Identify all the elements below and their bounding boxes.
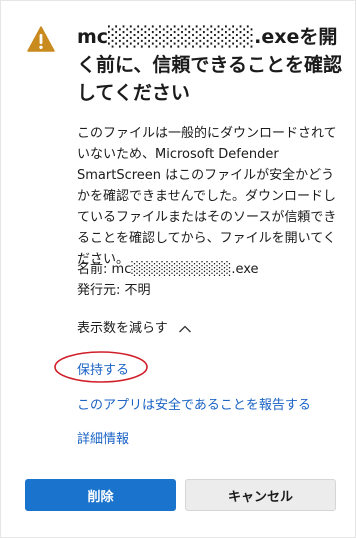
file-name-value: mc░░░░░░░░░░.exe	[111, 262, 259, 277]
report-safe-link[interactable]: このアプリは安全であることを報告する	[77, 396, 311, 416]
dialog-description: このファイルは一般的にダウンロードされていないため、Microsoft Defe…	[77, 126, 337, 267]
file-name-label: 名前:	[77, 262, 108, 277]
delete-button[interactable]: 削除	[25, 479, 176, 511]
cancel-button[interactable]: キャンセル	[185, 479, 336, 511]
publisher-value: 不明	[124, 283, 151, 298]
show-fewer-toggle[interactable]: 表示数を減らす	[77, 319, 192, 339]
more-info-link[interactable]: 詳細情報	[77, 430, 129, 450]
show-fewer-label: 表示数を減らす	[77, 321, 168, 336]
chevron-up-icon	[178, 325, 191, 333]
dialog-header: mc░░░░░░░░░░.exeを開く前に、信頼できることを確認してください	[27, 23, 347, 107]
file-name-row: 名前: mc░░░░░░░░░░.exe	[77, 259, 347, 280]
file-metadata: 名前: mc░░░░░░░░░░.exe 発行元: 不明	[77, 259, 347, 301]
publisher-label: 発行元:	[77, 283, 121, 298]
smartscreen-dialog: mc░░░░░░░░░░.exeを開く前に、信頼できることを確認してください こ…	[0, 0, 356, 538]
warning-icon	[27, 26, 55, 52]
dialog-title: mc░░░░░░░░░░.exeを開く前に、信頼できることを確認してください	[77, 26, 343, 104]
keep-link[interactable]: 保持する	[77, 361, 129, 381]
publisher-row: 発行元: 不明	[77, 280, 347, 301]
